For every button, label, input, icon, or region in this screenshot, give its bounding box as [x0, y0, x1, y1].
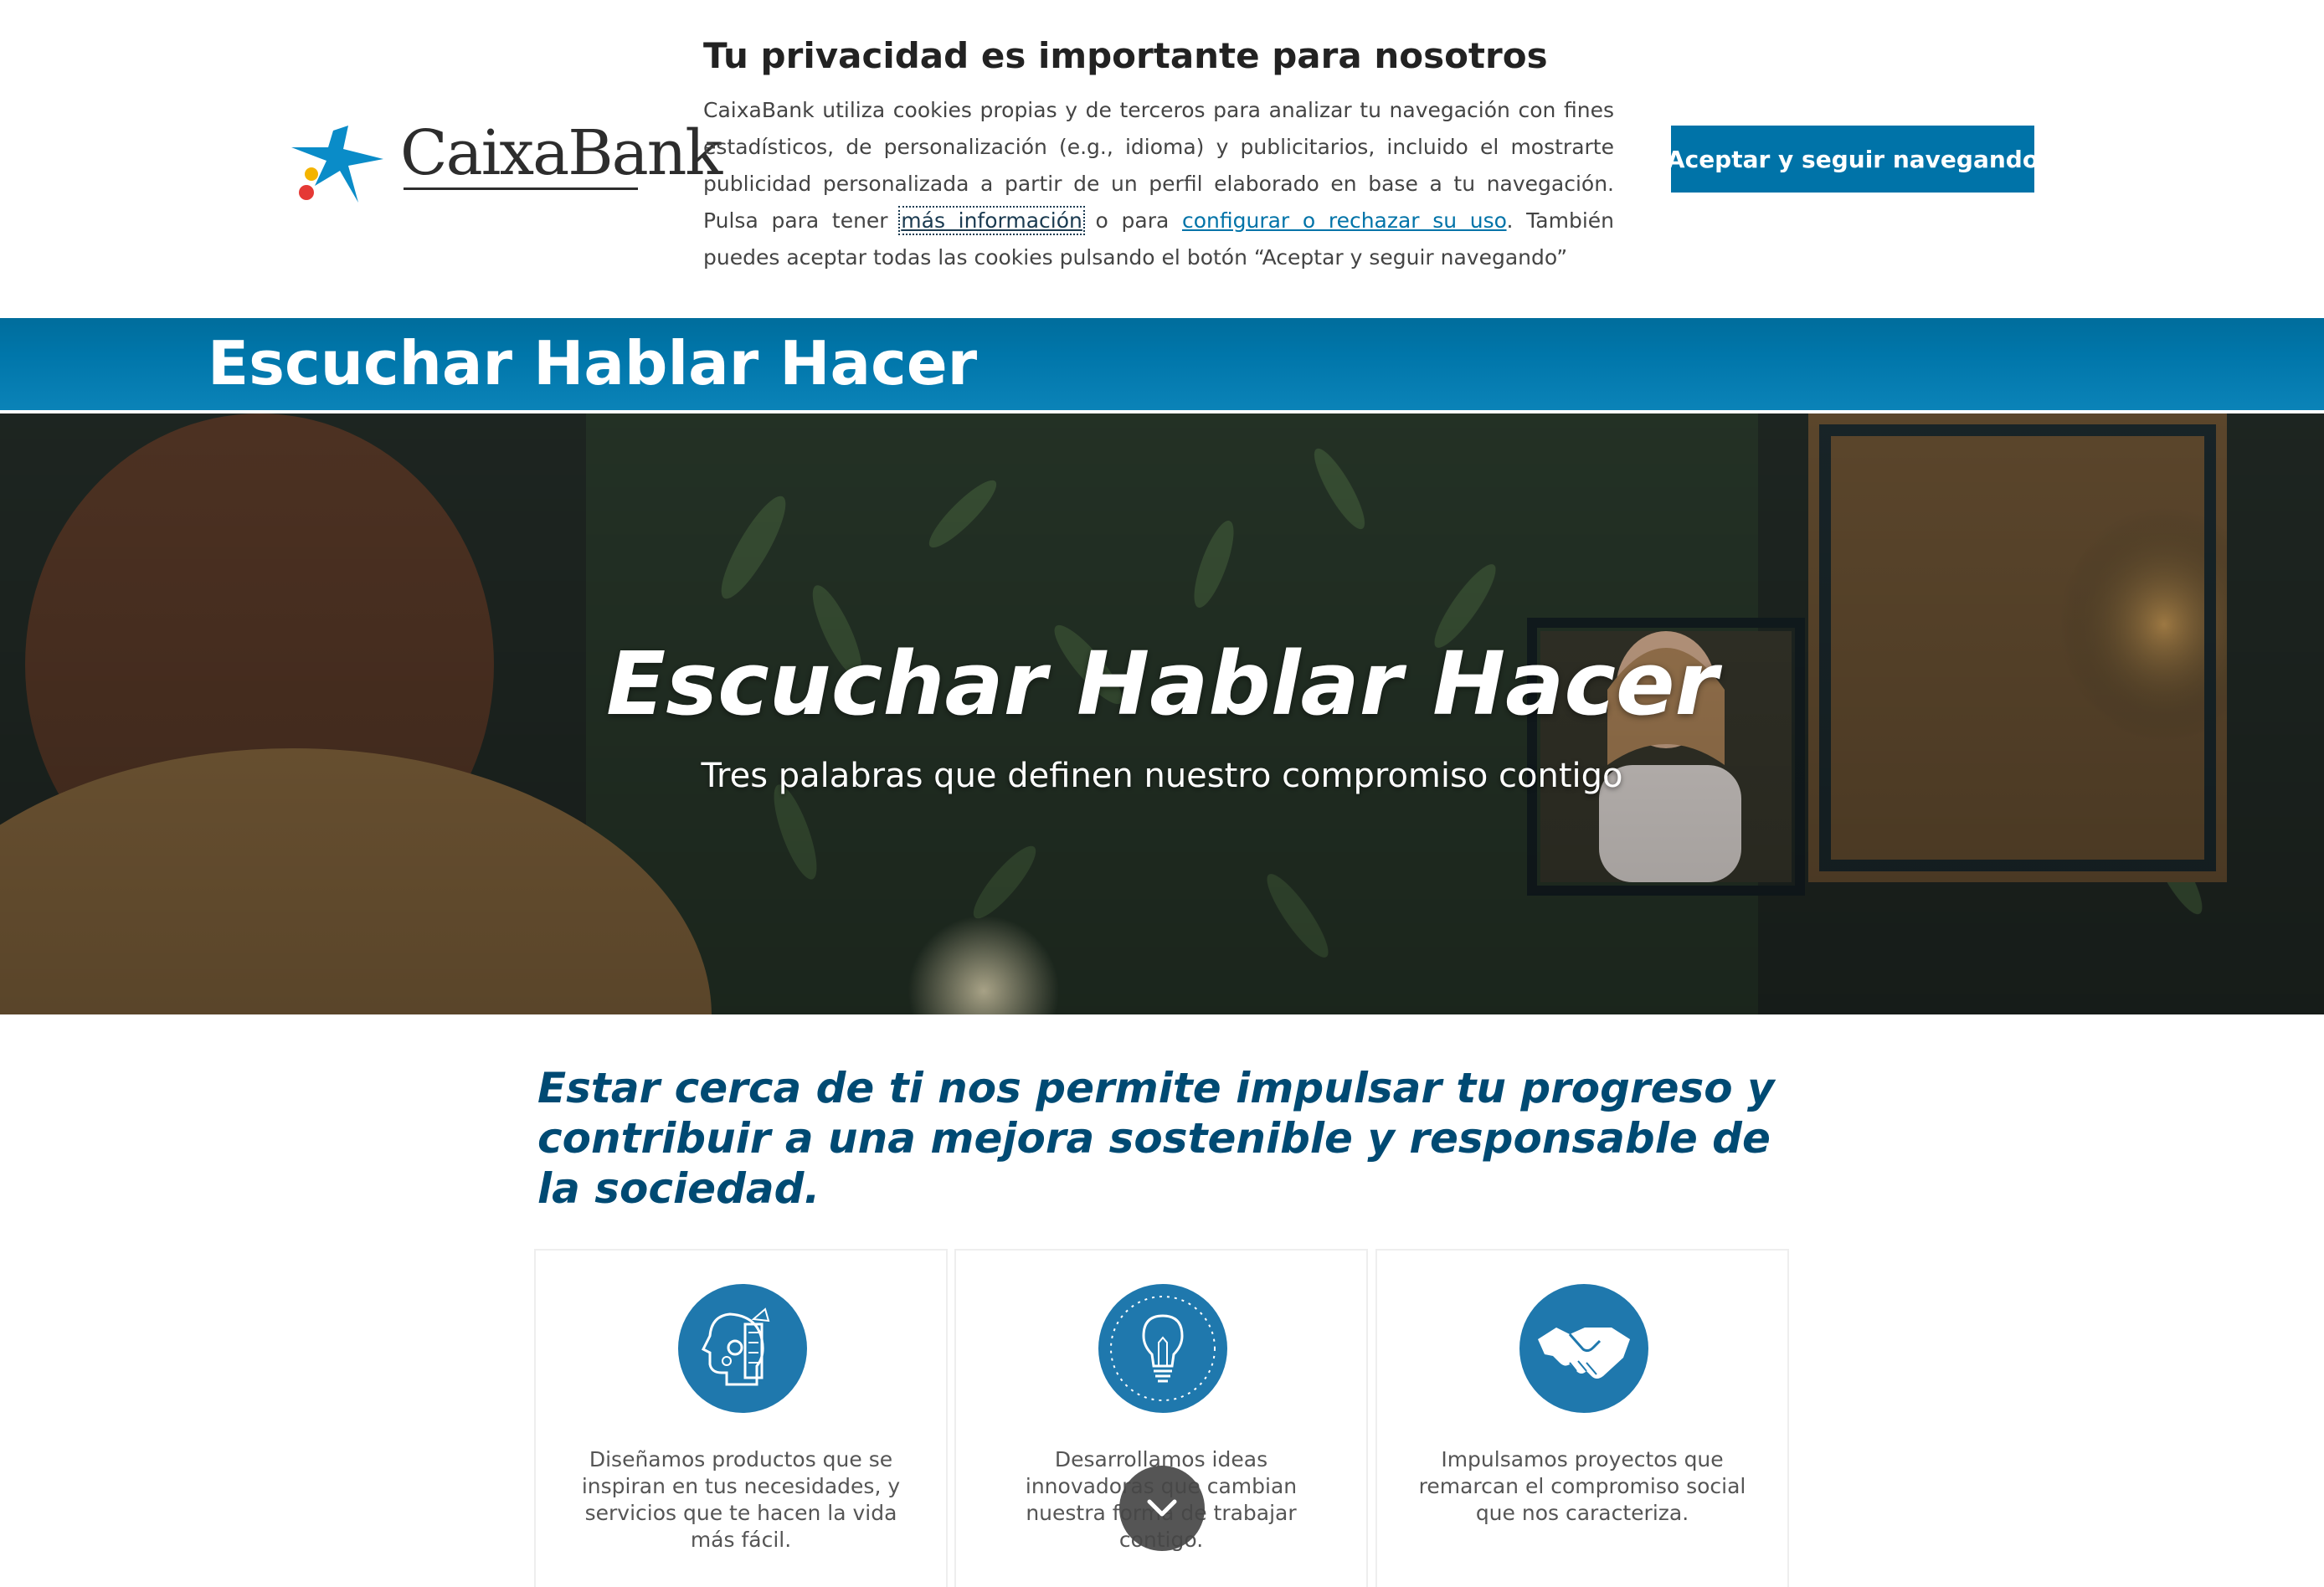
card-text: Diseñamos productos que se inspiran en t…	[581, 1447, 901, 1552]
cookie-text: CaixaBank utiliza cookies propias y de t…	[703, 92, 1614, 276]
caixabank-star-icon	[291, 126, 383, 203]
chevron-down-icon	[1147, 1499, 1177, 1517]
card-text: Impulsamos proyectos que remarcan el com…	[1418, 1447, 1746, 1525]
hero-banner: Escuchar Hablar Hacer Tres palabras que …	[0, 413, 2324, 1014]
intro-headline: Estar cerca de ti nos permite impulsar t…	[537, 1064, 1775, 1213]
page-title: Escuchar Hablar Hacer	[208, 328, 978, 398]
head-gears-icon	[678, 1284, 807, 1413]
scroll-down-button[interactable]	[1119, 1466, 1205, 1551]
hero-title: Escuchar Hablar Hacer	[606, 633, 1718, 735]
feature-card-products: Diseñamos productos que se inspiran en t…	[534, 1249, 948, 1587]
handshake-icon	[1519, 1284, 1648, 1413]
cookie-title: Tu privacidad es importante para nosotro…	[703, 35, 1548, 76]
configure-reject-link[interactable]: configurar o rechazar su uso	[1182, 208, 1507, 233]
accept-cookies-button[interactable]: Aceptar y seguir navegando	[1667, 126, 2039, 193]
logo-underline	[404, 187, 638, 190]
cookie-banner: CaixaBank Tu privacidad es importante pa…	[0, 0, 2324, 318]
logo-wordmark: CaixaBank	[400, 117, 722, 189]
hero-subtitle: Tres palabras que definen nuestro compro…	[701, 757, 1623, 795]
page-header-bar: Escuchar Hablar Hacer	[0, 318, 2324, 415]
caixabank-logo[interactable]: CaixaBank	[290, 122, 722, 206]
feature-card-projects: Impulsamos proyectos que remarcan el com…	[1375, 1249, 1789, 1587]
cookie-text-part2: o para	[1082, 208, 1182, 233]
more-info-link[interactable]: más información	[898, 206, 1085, 235]
lightbulb-icon	[1098, 1284, 1227, 1413]
